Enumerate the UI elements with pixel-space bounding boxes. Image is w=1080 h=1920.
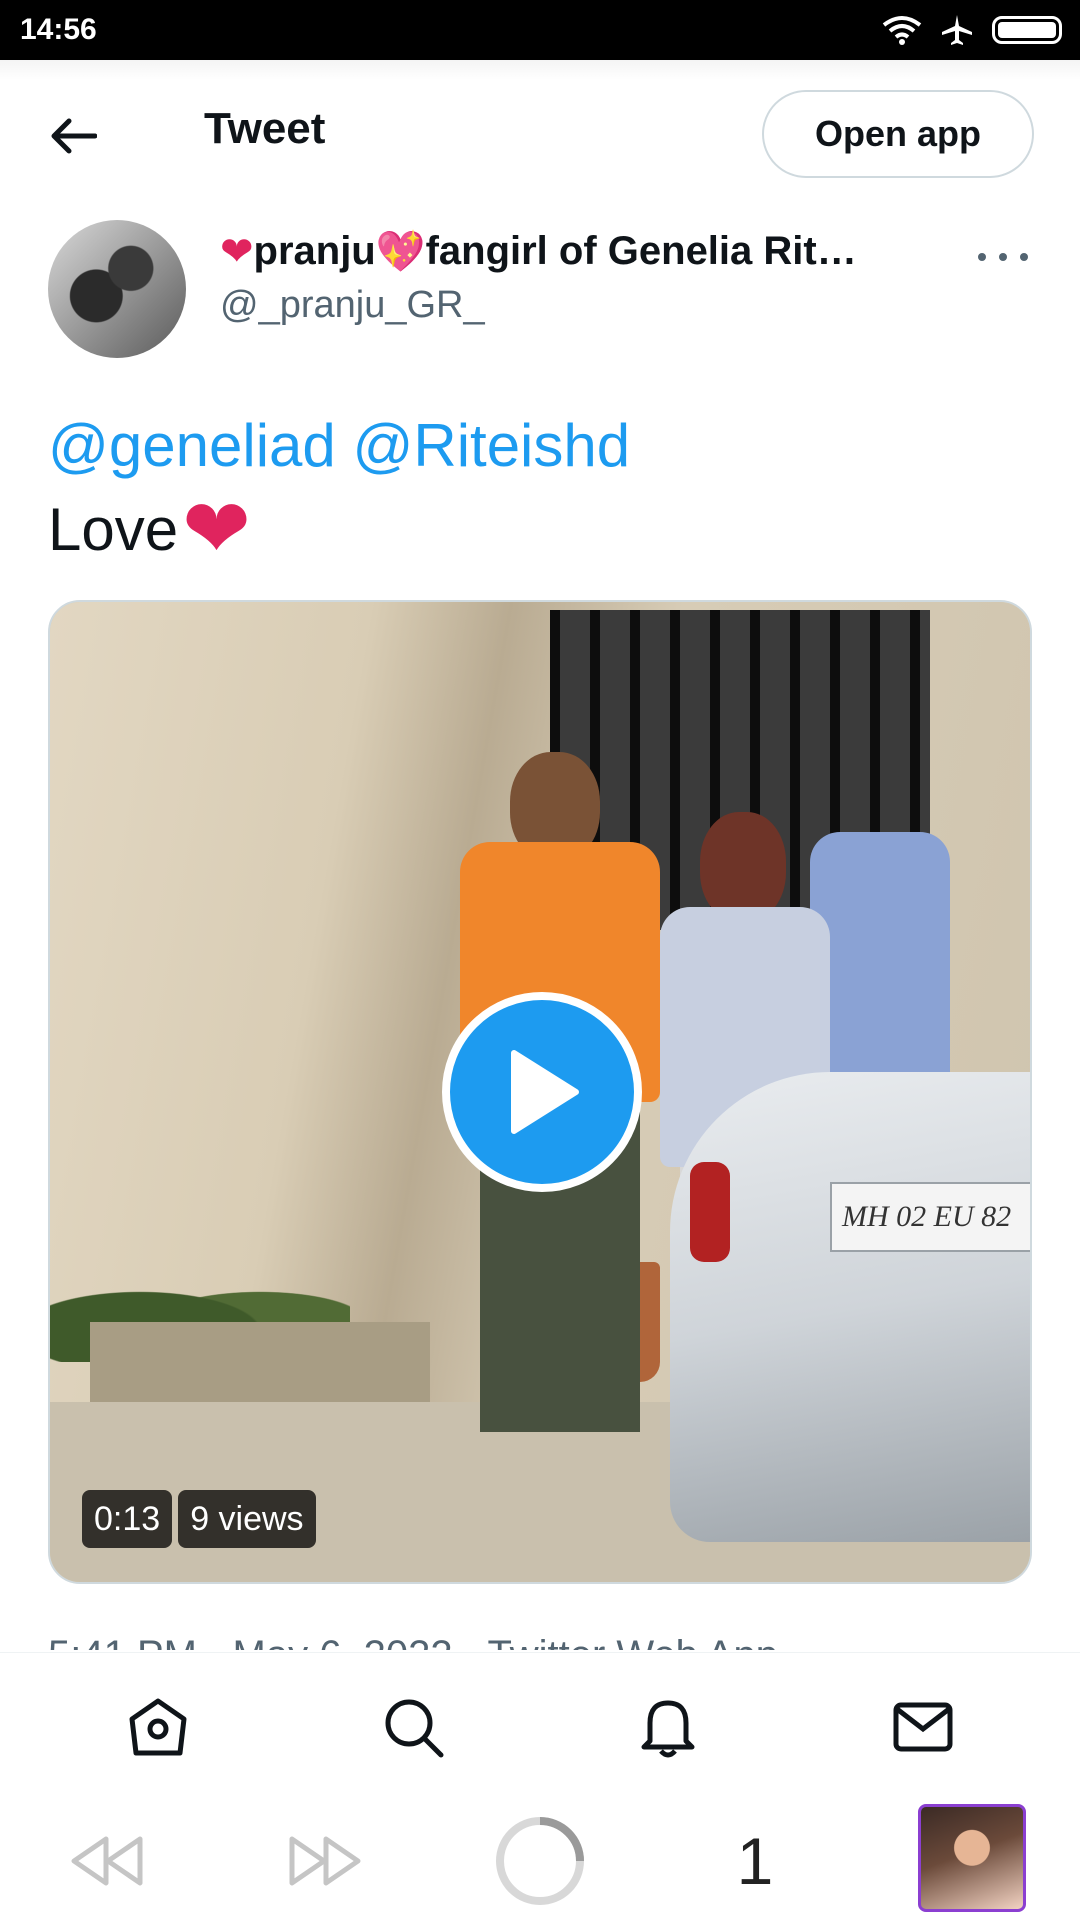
play-icon	[511, 1050, 579, 1134]
tweet-timestamp: 5:41 PM · May 6, 2022 · Twitter Web App	[48, 1626, 1048, 1650]
browser-forward-button[interactable]	[286, 1816, 366, 1906]
more-options-button[interactable]	[978, 242, 1028, 272]
video-duration-badge: 0:13	[82, 1490, 173, 1548]
wifi-icon	[882, 16, 922, 45]
status-bar: 14:56	[0, 0, 1080, 60]
play-button[interactable]	[442, 992, 642, 1192]
video-frame-person	[810, 832, 950, 1072]
profile-thumbnail[interactable]	[918, 1804, 1026, 1912]
display-name-part1: pranju	[253, 229, 376, 273]
video-player[interactable]: MH 02 EU 82 0:13 9 views	[48, 600, 1032, 1584]
tab-count-button[interactable]: 1	[720, 1816, 790, 1906]
bottom-nav	[0, 1652, 1080, 1800]
video-frame-license-plate: MH 02 EU 82	[830, 1182, 1030, 1252]
display-name-part2: fangirl of Genelia Rit…	[425, 229, 857, 273]
search-icon	[385, 1699, 443, 1757]
nav-home-button[interactable]	[113, 1682, 203, 1772]
sparkling-heart-emoji-icon: 💖	[375, 230, 426, 274]
page-title: Tweet	[204, 104, 326, 153]
heart-emoji-icon: ❤	[220, 229, 254, 274]
back-button[interactable]	[48, 110, 100, 162]
status-icons	[882, 13, 1062, 47]
avatar[interactable]	[48, 220, 186, 358]
home-icon	[129, 1698, 186, 1755]
arrow-left-icon	[51, 118, 97, 154]
nav-messages-button[interactable]	[878, 1682, 968, 1772]
nav-search-button[interactable]	[368, 1682, 458, 1772]
video-frame-taillight	[690, 1162, 730, 1262]
top-bar: Tweet Open app	[0, 60, 1080, 210]
heart-emoji-icon: ❤	[182, 484, 251, 575]
tweet-text: @geneliad @Riteishd Love ❤	[48, 404, 1028, 572]
media-badges: 0:13 9 views	[82, 1490, 316, 1548]
open-app-button[interactable]: Open app	[762, 90, 1034, 178]
tweet-mentions[interactable]: @geneliad @Riteishd	[48, 404, 1028, 488]
circle-icon	[496, 1817, 584, 1905]
bell-icon	[641, 1700, 694, 1757]
video-frame-car	[670, 1072, 1030, 1542]
rewind-icon	[71, 1836, 143, 1886]
airplane-mode-icon	[942, 15, 972, 45]
more-dot-icon	[999, 253, 1007, 261]
tweet-body-text: Love	[48, 496, 179, 563]
nav-notifications-button[interactable]	[623, 1682, 713, 1772]
browser-back-button[interactable]	[66, 1816, 146, 1906]
status-time: 14:56	[20, 13, 97, 46]
fast-forward-icon	[289, 1836, 361, 1886]
battery-icon	[992, 16, 1062, 44]
more-dot-icon	[1020, 253, 1028, 261]
mail-icon	[893, 1702, 952, 1751]
tweet-author: ❤ pranju 💖 fangirl of Genelia Rit… @_pra…	[48, 218, 1038, 360]
video-views-badge: 9 views	[178, 1490, 316, 1548]
browser-toolbar: 1	[0, 1800, 1080, 1920]
display-name[interactable]: ❤ pranju 💖 fangirl of Genelia Rit…	[220, 228, 920, 275]
more-dot-icon	[978, 253, 986, 261]
tweet-body: Love ❤	[48, 488, 1028, 572]
user-handle[interactable]: @_pranju_GR_	[220, 284, 485, 327]
browser-home-button[interactable]	[494, 1816, 586, 1906]
